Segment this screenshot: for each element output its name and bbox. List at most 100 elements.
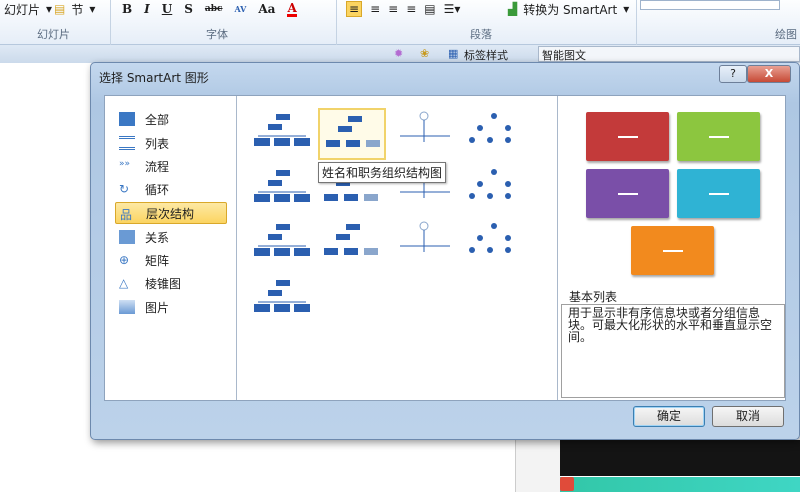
layout-diagram-icon <box>254 224 310 256</box>
slides-label: 幻灯片 <box>4 2 41 17</box>
layout-thumbnail[interactable] <box>248 164 316 216</box>
category-list: 全部 列表 »» 流程 ↻ 循环 品层次结构 关系 ⊕ 矩阵 △ 棱锥图 图片 <box>105 96 237 400</box>
bold-button[interactable]: B <box>122 2 132 16</box>
preview-shape <box>586 169 669 218</box>
background-banner <box>560 477 800 492</box>
ok-button[interactable]: 确定 <box>633 406 705 427</box>
layout-gallery: 姓名和职务组织结构图 <box>238 96 558 400</box>
dialog-content: 全部 列表 »» 流程 ↻ 循环 品层次结构 关系 ⊕ 矩阵 △ 棱锥图 图片 姓名和职… <box>104 95 786 401</box>
category-list-item[interactable]: 列表 <box>115 132 227 154</box>
category-cycle[interactable]: ↻ 循环 <box>115 178 227 200</box>
slides-button[interactable]: 幻灯片 ▾ <box>4 0 52 18</box>
cycle-icon: ↻ <box>119 182 130 196</box>
secondary-toolbar: ✹ ❀ ▦ 标签样式 智能图文 <box>0 45 800 63</box>
category-relationship[interactable]: 关系 <box>115 226 227 248</box>
background-panel <box>515 440 560 492</box>
background-image <box>560 440 800 476</box>
category-label: 关系 <box>145 230 170 245</box>
category-label: 图片 <box>145 300 170 315</box>
layout-name: 基本列表 <box>569 290 618 304</box>
category-matrix[interactable]: ⊕ 矩阵 <box>115 249 227 271</box>
ribbon: 幻灯片 ▾ ▤ 节 ▾ B I U S abc AV Aa A ≡ ≡ ≡ ≡ ▤ ☰… <box>0 0 800 45</box>
strikethrough-button[interactable]: abc <box>205 4 223 14</box>
category-label: 棱锥图 <box>145 276 182 291</box>
layout-thumbnail[interactable] <box>248 218 316 270</box>
process-icon: »» <box>119 159 131 169</box>
category-hierarchy[interactable]: 品层次结构 <box>115 202 227 224</box>
layout-thumbnail[interactable] <box>460 108 528 160</box>
layout-thumbnail[interactable] <box>318 218 386 270</box>
layout-diagram-icon <box>254 170 310 202</box>
font-color-button[interactable]: A <box>287 2 297 17</box>
align-left-button[interactable]: ≡ <box>346 1 363 17</box>
group-label-slides: 幻灯片 <box>37 28 70 41</box>
help-icon: ? <box>730 67 736 80</box>
align-center-button[interactable]: ≡ <box>370 2 380 16</box>
section-button[interactable]: ▤ 节 ▾ <box>54 0 95 18</box>
section-label: 节 <box>71 2 84 17</box>
distribute-button[interactable]: ▤ <box>424 2 435 16</box>
dropdown-icon: ▾ <box>46 2 53 16</box>
layout-description: 用于显示非有序信息块或者分组信息块。可最大化形状的水平和垂直显示空间。 <box>561 304 785 398</box>
layout-diagram-icon <box>469 223 511 253</box>
convert-smartart-label: 转换为 SmartArt <box>523 2 618 17</box>
category-label: 列表 <box>145 136 170 151</box>
category-all[interactable]: 全部 <box>115 108 227 130</box>
category-label: 矩阵 <box>145 253 170 268</box>
dropdown-icon: ▾ <box>623 2 630 16</box>
layout-thumbnail[interactable] <box>248 274 316 326</box>
category-pyramid[interactable]: △ 棱锥图 <box>115 272 227 294</box>
plugin2-icon[interactable]: ❀ <box>420 47 429 60</box>
layout-thumbnail[interactable] <box>460 164 528 216</box>
shapes-gallery[interactable] <box>640 0 780 10</box>
layout-diagram-icon <box>324 224 378 255</box>
dropdown-icon: ▾ <box>89 2 96 16</box>
smart-text-field[interactable]: 智能图文 <box>538 46 800 62</box>
underline-button[interactable]: U <box>162 2 172 16</box>
layout-thumbnail[interactable] <box>390 108 458 160</box>
close-button[interactable]: X <box>747 65 791 83</box>
smartart-icon: ▟ <box>508 2 518 16</box>
preview-shape <box>677 112 760 161</box>
layout-diagram-icon <box>326 116 380 147</box>
category-process[interactable]: »» 流程 <box>115 155 227 177</box>
all-icon <box>119 112 135 126</box>
alignment-buttons: ≡ ≡ ≡ ≡ ▤ ☰▾ <box>346 0 460 18</box>
category-label: 流程 <box>145 159 170 174</box>
layout-thumbnail[interactable] <box>460 218 528 270</box>
layout-diagram-icon <box>254 114 310 146</box>
user-icon[interactable] <box>560 477 574 491</box>
group-label-drawing: 绘图 <box>775 28 797 41</box>
preview-shape <box>631 226 714 275</box>
justify-button[interactable]: ≡ <box>406 2 416 16</box>
category-picture[interactable]: 图片 <box>115 296 227 318</box>
picture-icon <box>119 300 135 314</box>
preview-shape <box>677 169 760 218</box>
italic-button[interactable]: I <box>144 2 150 16</box>
list-icon <box>119 136 135 150</box>
shadow-button[interactable]: S <box>184 2 193 16</box>
section-icon: ▤ <box>54 2 66 16</box>
tag-style-button[interactable]: 标签样式 <box>464 47 508 63</box>
cancel-button[interactable]: 取消 <box>712 406 784 427</box>
hierarchy-icon: 品 <box>120 208 133 222</box>
align-right-button[interactable]: ≡ <box>388 2 398 16</box>
preview-shape <box>586 112 669 161</box>
relationship-icon <box>119 230 135 244</box>
columns-button[interactable]: ☰▾ <box>444 2 461 16</box>
layout-thumbnail[interactable] <box>390 218 458 270</box>
layout-thumbnail[interactable] <box>318 108 386 160</box>
category-label: 循环 <box>145 182 170 197</box>
layout-thumbnail[interactable] <box>248 108 316 160</box>
layout-diagram-icon <box>400 221 450 252</box>
help-button[interactable]: ? <box>719 65 747 83</box>
pyramid-icon: △ <box>119 276 129 290</box>
layout-diagram-icon <box>469 169 511 199</box>
convert-smartart-button[interactable]: ▟ 转换为 SmartArt ▾ <box>508 0 629 18</box>
change-case-button[interactable]: Aa <box>258 2 275 16</box>
plugin-icon[interactable]: ✹ <box>394 47 403 60</box>
spacing-button[interactable]: AV <box>235 4 247 14</box>
smartart-dialog: 选择 SmartArt 图形 ? X 全部 列表 »» 流程 ↻ 循环 品层次结构 … <box>90 62 800 440</box>
layout-diagram-icon <box>469 113 511 143</box>
tag-style-icon: ▦ <box>448 47 459 60</box>
